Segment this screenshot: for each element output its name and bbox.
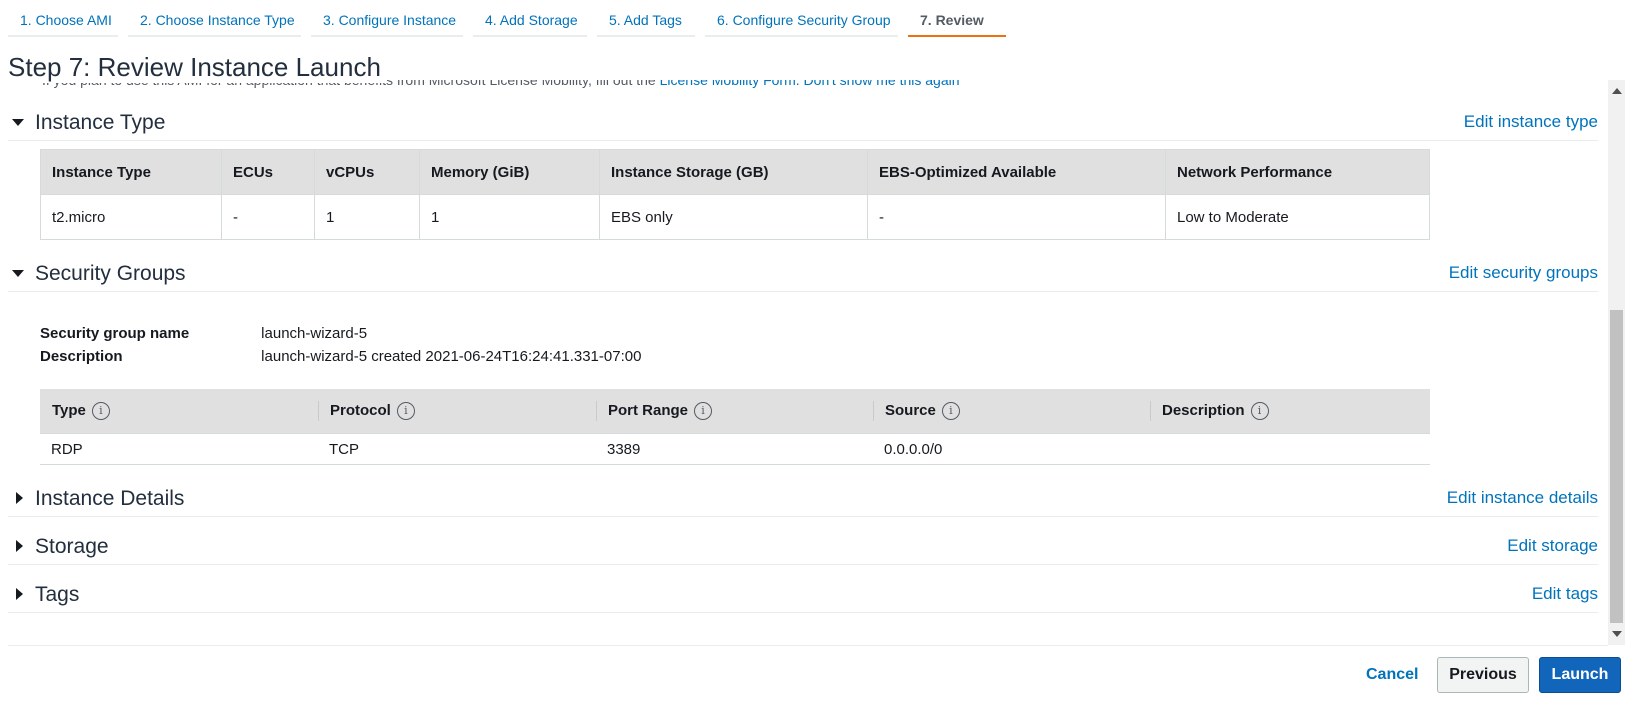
column-header-type: Type i xyxy=(40,389,318,434)
instance-type-section-title: Instance Type xyxy=(35,111,166,134)
security-group-name-label: Security group name xyxy=(40,325,190,342)
table-cell: EBS only xyxy=(599,194,868,240)
security-group-info: Security group name launch-wizard-5 Desc… xyxy=(40,322,641,368)
tab-add-storage[interactable]: 4. Add Storage xyxy=(473,0,587,37)
review-scroll-area: If you plan to use this AMI for an appli… xyxy=(8,80,1608,645)
tab-add-tags[interactable]: 5. Add Tags xyxy=(597,0,695,37)
table-row: RDP TCP 3389 0.0.0.0/0 xyxy=(40,433,1430,465)
tags-section-header[interactable]: Tags Edit tags xyxy=(8,582,1598,613)
column-header-source: Source i xyxy=(873,389,1150,434)
table-row: t2.micro - 1 1 EBS only - Low to Moderat… xyxy=(40,194,1430,240)
tab-configure-security-group[interactable]: 6. Configure Security Group xyxy=(705,0,898,37)
column-header: EBS-Optimized Available xyxy=(867,149,1166,195)
column-header: Network Performance xyxy=(1165,149,1430,195)
edit-instance-type-link[interactable]: Edit instance type xyxy=(1464,110,1598,134)
column-header-protocol: Protocol i xyxy=(318,389,596,434)
previous-button[interactable]: Previous xyxy=(1437,657,1529,693)
wizard-tab-bar: 1. Choose AMI 2. Choose Instance Type 3.… xyxy=(0,0,1635,40)
launch-button[interactable]: Launch xyxy=(1539,657,1621,693)
info-icon[interactable]: i xyxy=(1250,402,1269,421)
scrollbar-thumb[interactable] xyxy=(1610,310,1623,623)
instance-details-section-title: Instance Details xyxy=(35,487,185,510)
dont-show-again-link[interactable]: Don't show me this again xyxy=(804,80,960,88)
edit-instance-details-link[interactable]: Edit instance details xyxy=(1447,486,1598,510)
scroll-down-arrow-icon[interactable] xyxy=(1612,631,1622,637)
column-header-port-range: Port Range i xyxy=(596,389,873,434)
caret-down-icon[interactable] xyxy=(12,119,24,126)
table-cell: 3389 xyxy=(596,433,873,465)
cancel-button[interactable]: Cancel xyxy=(1366,657,1418,693)
caret-right-icon[interactable] xyxy=(16,588,23,600)
security-groups-section-header[interactable]: Security Groups Edit security groups xyxy=(8,261,1598,292)
instance-type-table: Instance Type ECUs vCPUs Memory (GiB) In… xyxy=(40,149,1430,240)
table-cell: - xyxy=(867,194,1166,240)
column-header: ECUs xyxy=(221,149,315,195)
storage-section-header[interactable]: Storage Edit storage xyxy=(8,534,1598,565)
info-icon[interactable]: i xyxy=(941,402,960,421)
edit-tags-link[interactable]: Edit tags xyxy=(1532,582,1598,606)
vertical-scrollbar[interactable] xyxy=(1608,80,1625,645)
caret-down-icon[interactable] xyxy=(12,270,24,277)
table-cell: t2.micro xyxy=(40,194,222,240)
security-group-name-value: launch-wizard-5 xyxy=(261,325,368,342)
table-cell: Low to Moderate xyxy=(1165,194,1430,240)
edit-security-groups-link[interactable]: Edit security groups xyxy=(1449,261,1598,285)
edit-storage-link[interactable]: Edit storage xyxy=(1507,534,1598,558)
security-group-description-value: launch-wizard-5 created 2021-06-24T16:24… xyxy=(261,348,642,365)
caret-right-icon[interactable] xyxy=(16,492,23,504)
tab-configure-instance[interactable]: 3. Configure Instance xyxy=(311,0,463,37)
column-header-description: Description i xyxy=(1150,389,1430,434)
tags-section-title: Tags xyxy=(35,583,80,606)
scroll-up-arrow-icon[interactable] xyxy=(1612,88,1622,94)
instance-details-section-header[interactable]: Instance Details Edit instance details xyxy=(8,486,1598,517)
caret-right-icon[interactable] xyxy=(16,540,23,552)
table-cell: RDP xyxy=(40,433,318,465)
column-header: vCPUs xyxy=(314,149,420,195)
table-cell xyxy=(1150,433,1430,465)
page-title: Step 7: Review Instance Launch xyxy=(8,52,387,83)
tab-review[interactable]: 7. Review xyxy=(908,0,1006,37)
security-group-description-label: Description xyxy=(40,348,123,365)
info-icon[interactable]: i xyxy=(694,402,713,421)
table-cell: 1 xyxy=(419,194,600,240)
table-cell: 0.0.0.0/0 xyxy=(873,433,1150,465)
column-header: Instance Storage (GB) xyxy=(599,149,868,195)
table-cell: TCP xyxy=(318,433,596,465)
security-groups-section-title: Security Groups xyxy=(35,262,186,285)
column-header: Memory (GiB) xyxy=(419,149,600,195)
info-icon[interactable]: i xyxy=(91,402,110,421)
info-icon[interactable]: i xyxy=(396,402,415,421)
tab-choose-ami[interactable]: 1. Choose AMI xyxy=(8,0,118,37)
footer-divider xyxy=(8,645,1608,646)
tab-choose-instance-type[interactable]: 2. Choose Instance Type xyxy=(128,0,301,37)
storage-section-title: Storage xyxy=(35,535,109,558)
security-rules-table: Type i Protocol i Port Range i Source i Desc… xyxy=(40,389,1430,465)
instance-type-section-header[interactable]: Instance Type Edit instance type xyxy=(8,110,1598,141)
table-cell: 1 xyxy=(314,194,420,240)
table-cell: - xyxy=(221,194,315,240)
license-mobility-form-link[interactable]: License Mobility Form. xyxy=(660,80,800,88)
column-header: Instance Type xyxy=(40,149,222,195)
